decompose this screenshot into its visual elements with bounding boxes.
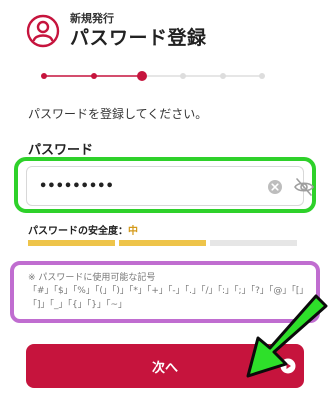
allowed-symbols-title: ※ パスワードに使用可能な記号	[28, 273, 156, 283]
password-masked-value: •••••••••	[39, 178, 114, 194]
header: 新規発行 パスワード登録	[26, 12, 207, 50]
password-strength: パスワードの安全度：中	[28, 222, 138, 237]
next-button-label: 次へ	[151, 360, 178, 376]
step-dot-5	[220, 73, 226, 79]
eye-off-icon[interactable]	[293, 176, 315, 198]
clear-icon[interactable]	[267, 179, 283, 195]
step-dot-6	[259, 73, 265, 79]
strength-level: 中	[128, 226, 138, 237]
password-input[interactable]: •••••••••	[26, 166, 314, 206]
strength-bar-1	[28, 240, 115, 246]
password-registration-screen: 新規発行 パスワード登録 パスワードを登録してください。 パスワード •••••…	[0, 0, 330, 410]
strength-meter	[28, 240, 297, 246]
user-circle-icon	[26, 14, 60, 48]
step-dot-2	[91, 73, 97, 79]
step-dot-1	[41, 73, 47, 79]
strength-bar-2	[119, 240, 206, 246]
instruction-text: パスワードを登録してください。	[28, 107, 208, 121]
green-arrow-annotation	[246, 294, 328, 378]
step-dot-3-current	[137, 71, 147, 81]
page-title: パスワード登録	[70, 27, 207, 49]
strength-label: パスワードの安全度：	[28, 226, 128, 237]
header-subtitle: 新規発行	[70, 12, 114, 25]
step-dot-4	[180, 73, 186, 79]
strength-bar-3	[210, 240, 297, 246]
step-indicator	[38, 70, 268, 82]
password-label: パスワード	[28, 143, 94, 158]
